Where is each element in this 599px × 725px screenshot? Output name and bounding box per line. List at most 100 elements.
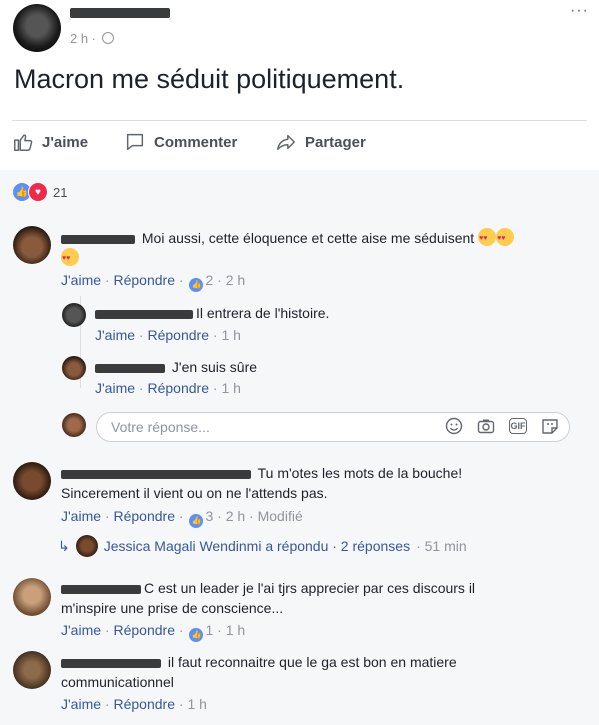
reply-avatar[interactable] [62, 303, 86, 327]
comment-like-count[interactable]: 2 [205, 272, 213, 288]
heart-eyes-emoji-icon [61, 248, 79, 269]
comment-reply-link[interactable]: Répondre [113, 622, 175, 638]
comment-text: il faut reconnaitre que le ga est bon en… [61, 652, 581, 692]
commenter-name[interactable] [61, 580, 144, 596]
reply-arrow-icon: ↳ [58, 537, 70, 554]
reply-time[interactable]: 1 h [221, 327, 240, 343]
reply-meta: J'aime · Répondre · 1 h [95, 380, 241, 396]
comment-button[interactable]: Commenter [124, 131, 237, 153]
comment-like-count[interactable]: 3 [205, 508, 213, 524]
comment-bubble-icon [126, 133, 144, 151]
like-label: J'aime [42, 133, 89, 151]
comment-body: il faut reconnaitre que le ga est bon en… [167, 654, 457, 670]
replies-time: · 51 min [416, 538, 467, 554]
love-reaction-icon: ♥ [28, 182, 48, 202]
commenter-avatar[interactable] [13, 226, 51, 264]
comment-text: Tu m'otes les mots de la bouche! Sincere… [61, 463, 581, 503]
like-count-icon: 👍 [189, 514, 204, 528]
reply-like-link[interactable]: J'aime [95, 380, 135, 396]
comment-time[interactable]: 1 h [226, 622, 245, 638]
camera-icon[interactable] [477, 417, 495, 435]
current-user-avatar [62, 413, 86, 437]
reaction-count: 21 [53, 184, 68, 200]
like-button[interactable]: J'aime [12, 131, 88, 153]
comment-body-line2: communicationnel [61, 674, 174, 690]
reply-body: J'en suis sûre [171, 359, 258, 375]
comment-reply-link[interactable]: Répondre [113, 696, 175, 712]
redacted-name [95, 309, 193, 319]
thumbs-up-icon [14, 134, 33, 151]
redacted-author-name [70, 8, 170, 19]
share-arrow-icon [277, 134, 295, 151]
share-button[interactable]: Partager [275, 131, 366, 153]
post-timestamp[interactable]: 2 h · [70, 31, 114, 46]
reply-text: J'en suis sûre [95, 357, 575, 377]
emoji-icon[interactable] [445, 417, 463, 435]
comment-text: Moi aussi, cette éloquence et cette aise… [61, 228, 581, 269]
reply-avatar[interactable] [62, 356, 86, 380]
reply-text: Il entrera de l'histoire. [95, 303, 575, 323]
post-text: Macron me séduit politiquement. [14, 64, 405, 94]
reply-time[interactable]: 1 h [221, 380, 240, 396]
reply-like-link[interactable]: J'aime [95, 327, 135, 343]
redacted-name [61, 658, 161, 668]
redacted-name [61, 584, 141, 594]
reply-reply-link[interactable]: Répondre [147, 327, 209, 343]
comment-time[interactable]: 2 h [226, 272, 245, 288]
commenter-name[interactable] [61, 230, 138, 246]
edited-label[interactable]: Modifié [258, 508, 303, 524]
reply-author-name[interactable] [95, 305, 196, 321]
post-time: 2 h · [70, 31, 97, 46]
view-replies-link[interactable]: ↳ Jessica Magali Wendinmi a répondu · 2 … [58, 535, 467, 557]
comment-like-link[interactable]: J'aime [61, 622, 101, 638]
globe-icon [101, 32, 114, 44]
like-count-icon: 👍 [189, 628, 204, 642]
post-card: 2 h · ··· Macron me séduit politiquement… [0, 0, 599, 170]
comment-reply-link[interactable]: Répondre [113, 272, 175, 288]
reply-author-name[interactable] [95, 359, 168, 375]
comment-meta: J'aime · Répondre · 👍 3 · 2 h · Modifié [61, 508, 303, 528]
comment-reply-link[interactable]: Répondre [113, 508, 175, 524]
comment-body: Moi aussi, cette éloquence et cette aise… [141, 230, 475, 246]
comment-time[interactable]: 2 h [226, 508, 245, 524]
post-actions: J'aime Commenter Partager [0, 131, 599, 161]
comment-meta: J'aime · Répondre · 👍 2 · 2 h [61, 272, 245, 292]
commenter-name[interactable] [61, 465, 254, 481]
comment-like-link[interactable]: J'aime [61, 696, 101, 712]
heart-eyes-emoji-icon [496, 228, 515, 249]
more-options-icon[interactable]: ··· [570, 2, 589, 20]
sticker-icon[interactable] [541, 417, 559, 435]
heart-eyes-emoji-icon [478, 228, 497, 249]
redacted-name [61, 234, 135, 244]
comment-like-count[interactable]: 1 [205, 622, 213, 638]
commenter-avatar[interactable] [13, 578, 51, 616]
reply-placeholder: Votre réponse... [111, 419, 210, 435]
reply-reply-link[interactable]: Répondre [147, 380, 209, 396]
reply-box-icons: GIF [445, 417, 559, 435]
divider [12, 120, 587, 121]
commenter-avatar[interactable] [13, 651, 51, 689]
comment-like-link[interactable]: J'aime [61, 272, 101, 288]
redacted-name [61, 469, 251, 479]
replies-summary: Jessica Magali Wendinmi a répondu · 2 ré… [103, 538, 411, 554]
commenter-avatar[interactable] [13, 462, 51, 500]
reply-meta: J'aime · Répondre · 1 h [95, 327, 241, 343]
comment-body: Tu m'otes les mots de la bouche! [257, 465, 463, 481]
like-count-icon: 👍 [189, 278, 204, 292]
reply-input[interactable]: Votre réponse... GIF [96, 412, 570, 442]
comment-meta: J'aime · Répondre · 1 h [61, 696, 207, 712]
post-author[interactable] [70, 4, 170, 20]
gif-icon[interactable]: GIF [509, 418, 527, 434]
comment-body-line2: Sincerement il vient ou on ne l'attends … [61, 485, 328, 501]
replier-avatar [75, 535, 98, 557]
redacted-name [95, 363, 165, 373]
share-label: Partager [305, 133, 366, 151]
commenter-name[interactable] [61, 654, 164, 670]
reactions-summary[interactable]: 👍 ♥ 21 [12, 182, 67, 202]
author-avatar[interactable] [13, 4, 61, 52]
comment-meta: J'aime · Répondre · 👍 1 · 1 h [61, 622, 245, 642]
comment-body-line2: m'inspire une prise de conscience... [61, 600, 284, 616]
comment-time[interactable]: 1 h [187, 696, 206, 712]
comment-like-link[interactable]: J'aime [61, 508, 101, 524]
comment-body: C est un leader je l'ai tjrs apprecier p… [144, 580, 476, 596]
